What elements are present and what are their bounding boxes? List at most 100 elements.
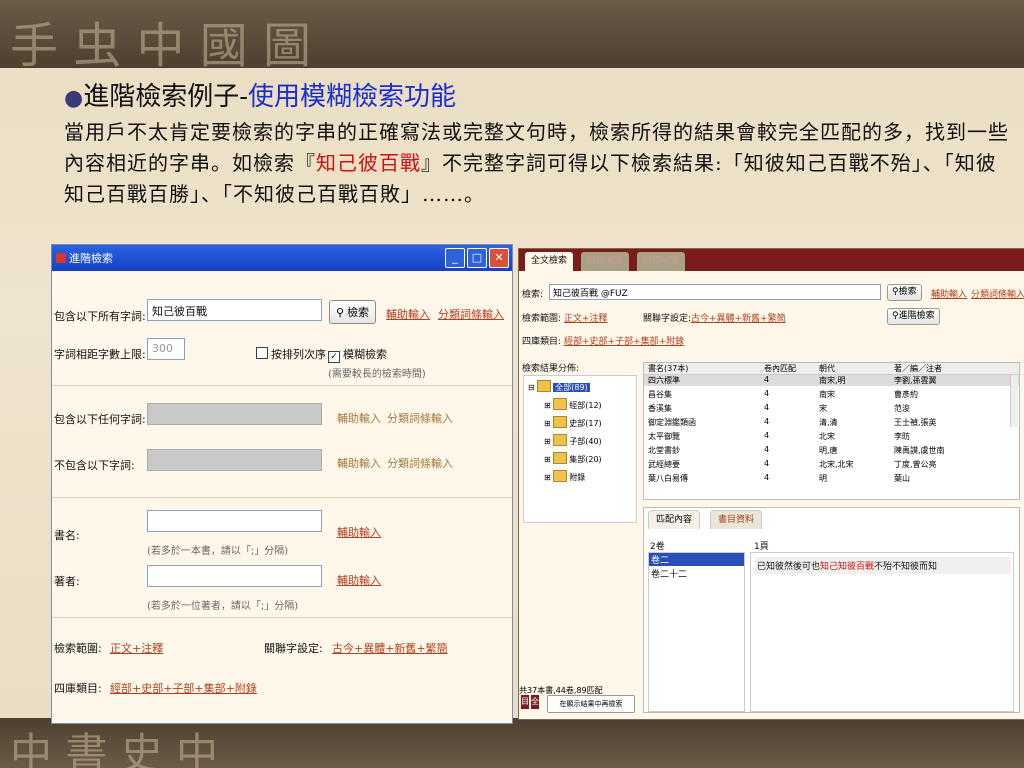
must-words-input[interactable]: 知己彼百戰 (147, 299, 322, 321)
table-cell: 南宋 (819, 390, 835, 399)
table-cell: 范浚 (894, 404, 910, 413)
distribution-label: 檢索結果分佈: (522, 364, 580, 374)
table-row[interactable]: 武經總要 4 北宋,北宋 丁度,曾公亮 (644, 459, 1019, 470)
tree-node-appendix[interactable]: ⊞ 附錄 (544, 470, 585, 483)
table-row[interactable]: 香溪集 4 宋 范浚 (644, 403, 1019, 414)
table-cell: 李劉,孫雲翼 (894, 376, 937, 385)
table-cell: 4 (764, 417, 770, 426)
distance-stepper[interactable]: 300 (147, 338, 185, 360)
scope-link[interactable]: 正文+注釋 (564, 311, 608, 324)
close-icon[interactable]: ✕ (489, 248, 509, 268)
tab-category-browse[interactable]: 類目瀏覽 (581, 252, 630, 271)
any-category-input: 分類詞條輸入 (387, 412, 453, 425)
table-header: 書名(37本) 卷內匹配 朝代 著／編／注者 (644, 363, 1019, 375)
table-cell: 4 (764, 431, 770, 440)
aux-input-link[interactable]: 輔助輸入 (931, 287, 967, 300)
table-row[interactable]: 太平御覽 4 北宋 李昉 (644, 431, 1019, 442)
scope-link[interactable]: 正文+注釋 (110, 640, 163, 656)
table-cell: 四六標準 (648, 376, 680, 385)
table-cell: 4 (764, 459, 770, 468)
column-header[interactable]: 卷內匹配 (764, 363, 796, 374)
main-tabs: 全文檢索 類目瀏覽 檢索紀錄 (519, 249, 1024, 271)
tab-fulltext[interactable]: 全文檢索 (525, 252, 574, 271)
slide-title: ●進階檢索例子-使用模糊檢索功能 (64, 82, 457, 112)
table-row[interactable]: 四六標準 4 南宋,明 李劉,孫雲翼 (644, 375, 1019, 386)
tree-node-shi[interactable]: ⊞ 史部(17) (544, 416, 602, 429)
page-count: 1頁 (754, 542, 769, 552)
table-cell: 北堂書鈔 (648, 446, 680, 455)
search-within-results-button[interactable]: 在顯示結果中再檢索 (547, 695, 635, 713)
order-checkbox[interactable]: 按排列次序 (256, 346, 326, 362)
divider (52, 497, 512, 498)
table-cell: 北宋 (819, 432, 835, 441)
book-input[interactable] (147, 510, 322, 532)
author-input[interactable] (147, 565, 322, 587)
category-input-link[interactable]: 分類詞條輸入 (438, 306, 504, 322)
tab-bibliography[interactable]: 書目資料 (710, 510, 763, 529)
search-label: 檢索: (522, 290, 544, 300)
book-label: 書名: (54, 529, 80, 542)
divider (52, 617, 512, 618)
any-aux-input: 輔助輸入 (337, 412, 381, 425)
table-row[interactable]: 御定淵鑑類函 4 清,清 王士禎,張英 (644, 417, 1019, 428)
siku-category-label: 四庫類目: (54, 682, 102, 695)
book-aux-input-link[interactable]: 輔助輸入 (337, 524, 381, 540)
exclude-words-input (147, 449, 322, 471)
must-words-label: 包含以下所有字詞: (54, 310, 146, 323)
aux-input-link[interactable]: 輔助輸入 (386, 306, 430, 322)
juan-list: 卷二 卷二十二 (648, 552, 745, 712)
match-snippet[interactable]: 已知彼然後可也知己知彼百戰不殆不知彼而知 (755, 557, 1011, 574)
related-link[interactable]: 古今+異體+新舊+繁簡 (691, 311, 786, 324)
any-words-label: 包含以下任何字詞: (54, 413, 146, 426)
fuzzy-checkbox[interactable]: ✓ 模糊檢索 (328, 346, 387, 363)
siku-category-link[interactable]: 經部+史部+子部+集部+附錄 (564, 334, 684, 347)
table-cell: 武經總要 (648, 460, 680, 469)
column-header[interactable]: 朝代 (819, 363, 835, 374)
column-header[interactable]: 書名(37本) (648, 363, 688, 374)
column-header[interactable]: 著／編／注者 (894, 363, 942, 374)
tree-node-all[interactable]: ⊟ 全部(89) (528, 380, 590, 393)
table-cell: 葉八白易傳 (648, 474, 688, 483)
distance-label: 字詞相距字數上限: (54, 348, 146, 361)
table-scrollbar[interactable] (1010, 375, 1018, 427)
table-cell: 南宋,明 (819, 376, 846, 385)
author-label: 著者: (54, 575, 80, 588)
tree-node-jing[interactable]: ⊞ 經部(12) (544, 398, 602, 411)
table-cell: 香溪集 (648, 404, 672, 413)
fuzzy-hint: (需要較長的檢索時間) (328, 369, 426, 380)
search-button[interactable]: ⚲檢索 (329, 300, 377, 324)
table-cell: 4 (764, 375, 770, 384)
list-item[interactable]: 卷二十二 (651, 567, 687, 580)
tab-history[interactable]: 檢索紀錄 (637, 252, 686, 271)
table-row[interactable]: 昌谷集 4 南宋 曹彥約 (644, 389, 1019, 400)
table-cell: 曹彥約 (894, 390, 918, 399)
author-aux-input-link[interactable]: 輔助輸入 (337, 572, 381, 588)
header-decoration-band: 手 虫 中 國 圖 (0, 0, 1024, 68)
binoculars-icon: ⚲ (892, 287, 899, 297)
binoculars-icon: ⚲ (336, 305, 345, 319)
search-button[interactable]: ⚲檢索 (887, 284, 922, 301)
tool-icon[interactable]: 目 (521, 695, 529, 709)
minimize-icon[interactable]: _ (445, 248, 465, 268)
results-table: 書名(37本) 卷內匹配 朝代 著／編／注者 四六標準 4 南宋,明 李劉,孫雲翼 昌谷… (643, 362, 1020, 500)
table-cell: 4 (764, 473, 770, 482)
table-row[interactable]: 葉八白易傳 4 明 葉山 (644, 473, 1019, 484)
table-cell: 4 (764, 389, 770, 398)
tool-icon[interactable]: 全 (531, 695, 539, 709)
tree-node-ji[interactable]: ⊞ 集部(20) (544, 452, 602, 465)
maximize-icon[interactable]: □ (467, 248, 487, 268)
tree-node-zi[interactable]: ⊞ 子部(40) (544, 434, 602, 447)
related-link[interactable]: 古今+異體+新舊+繁簡 (332, 640, 448, 656)
table-row[interactable]: 北堂書鈔 4 明,唐 陳禹謨,虞世南 (644, 445, 1019, 456)
category-input-link[interactable]: 分類詞條輸入 (971, 287, 1024, 300)
siku-category-link[interactable]: 經部+史部+子部+集部+附錄 (110, 680, 257, 696)
advanced-search-button[interactable]: ⚲進階檢索 (887, 308, 940, 325)
scope-label: 檢索範圍: (54, 642, 102, 655)
table-cell: 4 (764, 445, 770, 454)
tab-match-content[interactable]: 匹配內容 (648, 510, 701, 529)
fulltext-search-window: 全文檢索 類目瀏覽 檢索紀錄 檢索: 知己彼百戰 @FUZ ⚲檢索 輔助輸入 分… (518, 248, 1024, 720)
search-input[interactable]: 知己彼百戰 @FUZ (549, 284, 881, 300)
list-item[interactable]: 卷二 (649, 553, 744, 566)
folder-icon (553, 398, 568, 410)
juan-count: 2卷 (650, 542, 665, 552)
